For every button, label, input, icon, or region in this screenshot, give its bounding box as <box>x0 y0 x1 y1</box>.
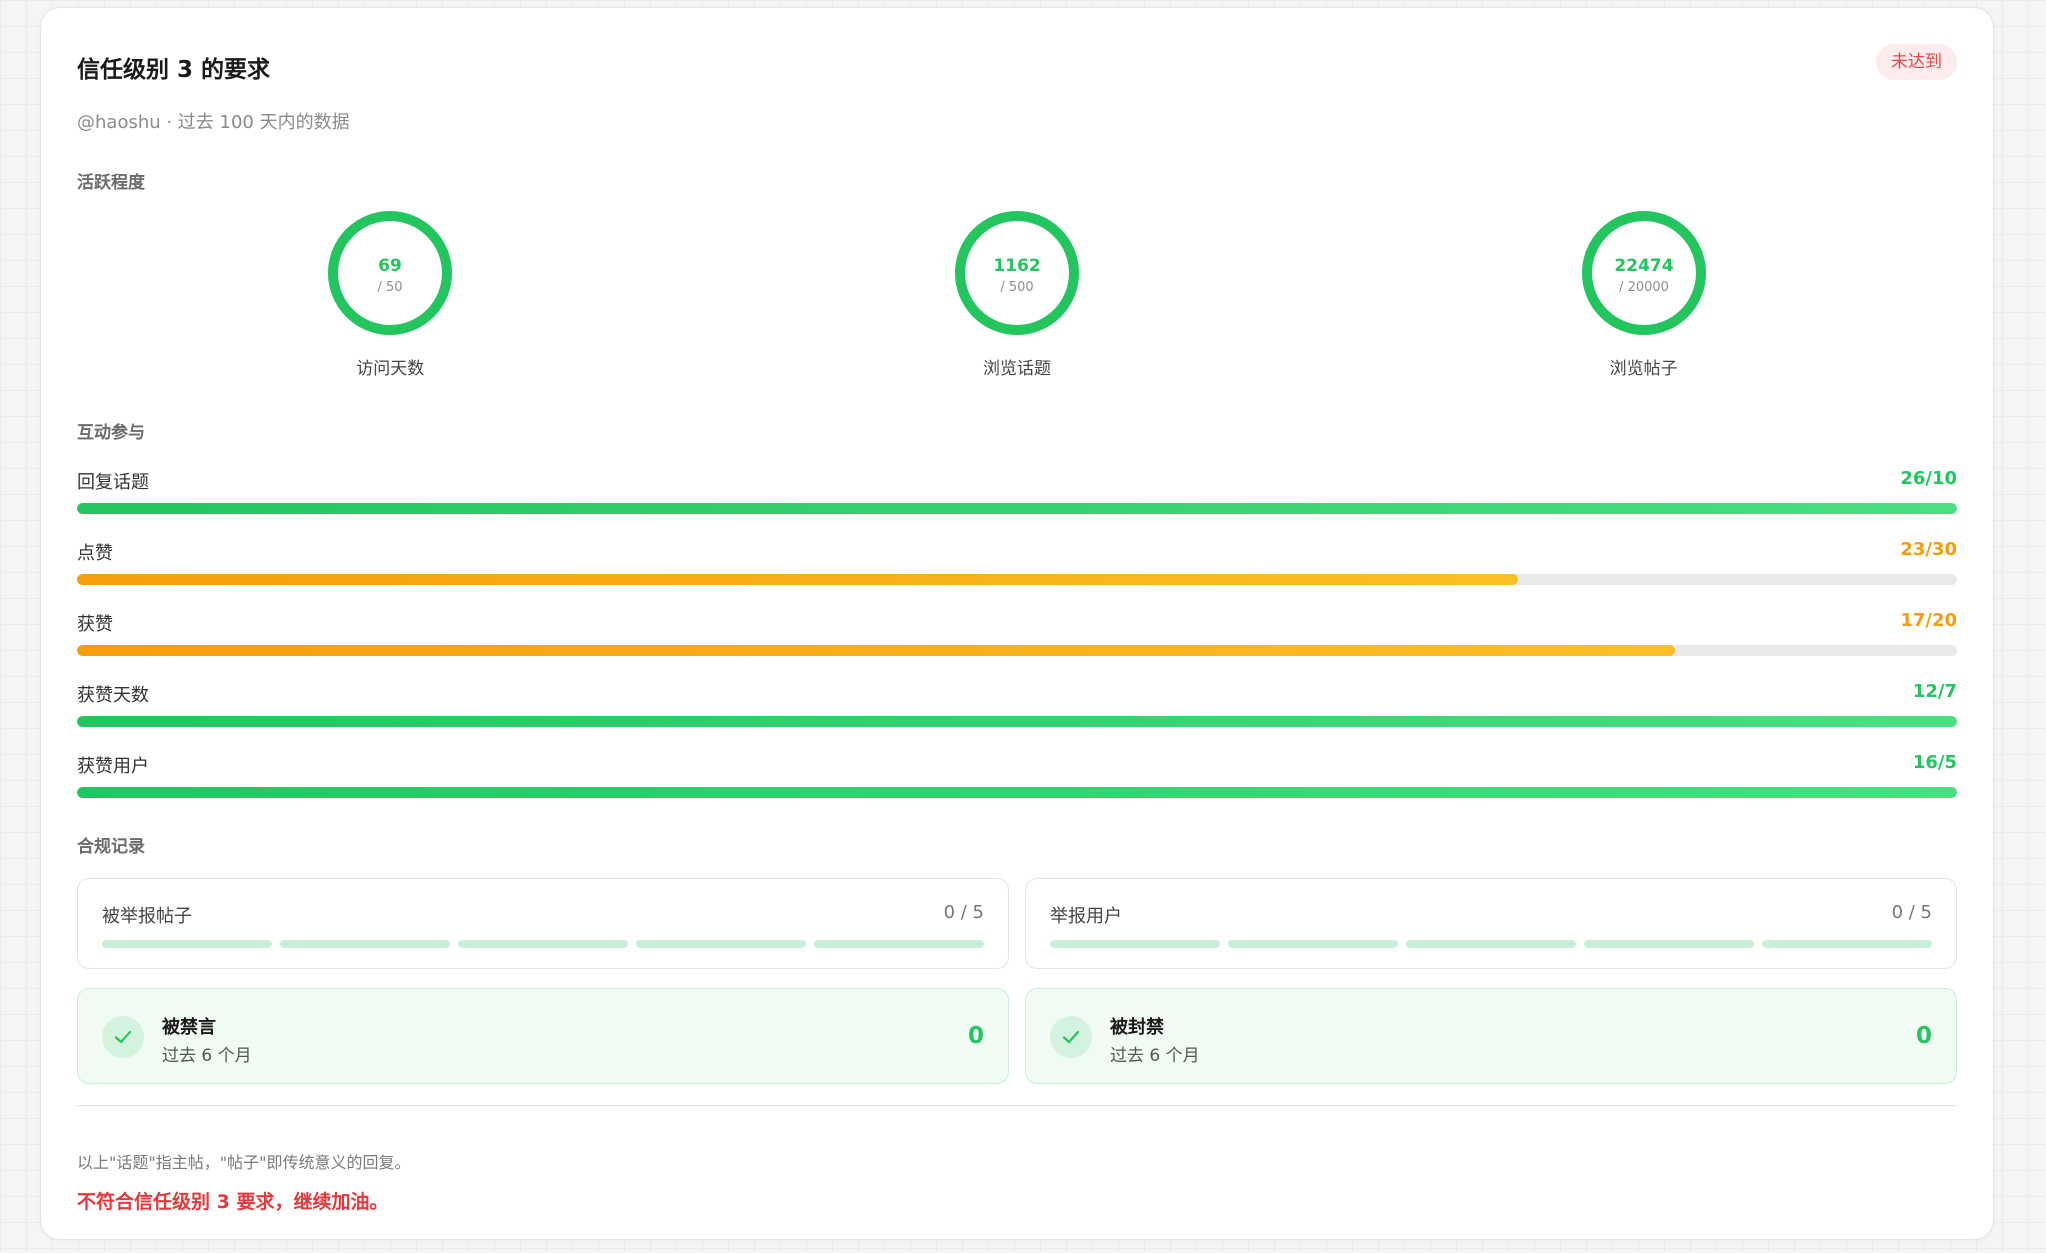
bar-value: 16/5 <box>1912 752 1957 773</box>
ring-target: / 50 <box>378 280 403 295</box>
bar-track <box>77 716 1957 727</box>
counter-segment <box>1762 940 1932 948</box>
section-label-engagement: 互动参与 <box>77 423 145 443</box>
ring-value: 1162 <box>993 256 1040 276</box>
section-label-compliance: 合规记录 <box>77 837 145 857</box>
trust-level-card: 信任级别 3 的要求 未达到 @haoshu · 过去 100 天内的数据 活跃… <box>40 7 1994 1240</box>
result-message: 不符合信任级别 3 要求，继续加油。 <box>77 1191 389 1213</box>
ring-topics-viewed: 1162 / 500 浏览话题 <box>897 208 1137 379</box>
bar-label: 获赞天数 <box>77 685 149 706</box>
page-title: 信任级别 3 的要求 <box>77 57 271 83</box>
ban-subtitle: 过去 6 个月 <box>1110 1046 1200 1066</box>
bar-value: 17/20 <box>1900 610 1957 631</box>
bar-label: 回复话题 <box>77 472 149 493</box>
bar-fill <box>77 645 1675 656</box>
bar-label: 获赞用户 <box>77 756 149 777</box>
bar-value: 23/30 <box>1900 539 1957 560</box>
counter-value: 0 / 5 <box>943 902 984 923</box>
counter-segment <box>1406 940 1576 948</box>
counter-segment <box>280 940 450 948</box>
bar-label: 获赞 <box>77 614 113 635</box>
ban-title: 被禁言 <box>162 1017 216 1038</box>
bar-track <box>77 645 1957 656</box>
bar-liked-days: 获赞天数 12/7 <box>77 681 1957 745</box>
bar-fill <box>77 716 1957 727</box>
bar-value: 12/7 <box>1912 681 1957 702</box>
bar-label: 点赞 <box>77 543 113 564</box>
bar-track <box>77 503 1957 514</box>
counter-segment <box>636 940 806 948</box>
bar-fill <box>77 503 1957 514</box>
check-icon <box>1050 1016 1092 1058</box>
counter-flagged-posts: 被举报帖子 0 / 5 <box>77 878 1009 969</box>
ban-count: 0 <box>967 1023 984 1049</box>
ring-label: 浏览帖子 <box>1609 359 1678 379</box>
ban-suspended: 被封禁 过去 6 个月 0 <box>1025 988 1957 1084</box>
ban-title: 被封禁 <box>1110 1017 1164 1038</box>
ban-count: 0 <box>1915 1023 1932 1049</box>
counter-segments <box>102 940 984 948</box>
progress-ring: 69 / 50 <box>328 211 453 335</box>
bar-liked-users: 获赞用户 16/5 <box>77 752 1957 816</box>
counter-flagged-by-users: 举报用户 0 / 5 <box>1025 878 1957 969</box>
bar-fill <box>77 574 1519 585</box>
card-content: 信任级别 3 的要求 未达到 @haoshu · 过去 100 天内的数据 活跃… <box>77 8 1957 1239</box>
ring-label: 浏览话题 <box>983 359 1051 379</box>
bar-track <box>77 574 1957 585</box>
counter-label: 举报用户 <box>1050 906 1122 927</box>
ring-target: / 500 <box>1000 280 1033 295</box>
section-label-activity: 活跃程度 <box>77 173 145 193</box>
counter-segment <box>102 940 272 948</box>
check-icon <box>102 1016 144 1058</box>
ring-value: 22474 <box>1614 256 1673 276</box>
activity-rings: 69 / 50 访问天数 1162 / 500 浏览话题 22474 / 200… <box>77 208 1957 388</box>
bar-fill <box>77 787 1957 798</box>
bar-likes-received: 获赞 17/20 <box>77 610 1957 674</box>
bar-track <box>77 787 1957 798</box>
ban-subtitle: 过去 6 个月 <box>162 1046 252 1066</box>
ban-silenced: 被禁言 过去 6 个月 0 <box>77 988 1009 1084</box>
counter-label: 被举报帖子 <box>102 906 192 927</box>
counter-value: 0 / 5 <box>1891 902 1932 923</box>
progress-ring: 1162 / 500 <box>955 211 1079 335</box>
bar-value: 26/10 <box>1900 468 1957 489</box>
counter-segment <box>1584 940 1754 948</box>
ring-target: / 20000 <box>1619 280 1669 295</box>
ring-value: 69 <box>378 256 402 276</box>
footnote: 以上"话题"指主帖，"帖子"即传统意义的回复。 <box>77 1153 411 1172</box>
ring-visit-days: 69 / 50 访问天数 <box>270 208 510 379</box>
page-subtitle: @haoshu · 过去 100 天内的数据 <box>77 112 350 133</box>
bar-replies: 回复话题 26/10 <box>77 468 1957 532</box>
status-badge: 未达到 <box>1876 44 1957 80</box>
counter-segment <box>1050 940 1220 948</box>
bar-likes-given: 点赞 23/30 <box>77 539 1957 603</box>
counter-segments <box>1050 940 1932 948</box>
ring-label: 访问天数 <box>356 359 425 379</box>
counter-segment <box>1228 940 1398 948</box>
divider <box>77 1105 1957 1106</box>
counter-segment <box>814 940 984 948</box>
ring-posts-viewed: 22474 / 20000 浏览帖子 <box>1524 208 1764 379</box>
counter-segment <box>458 940 628 948</box>
progress-ring: 22474 / 20000 <box>1581 211 1706 335</box>
